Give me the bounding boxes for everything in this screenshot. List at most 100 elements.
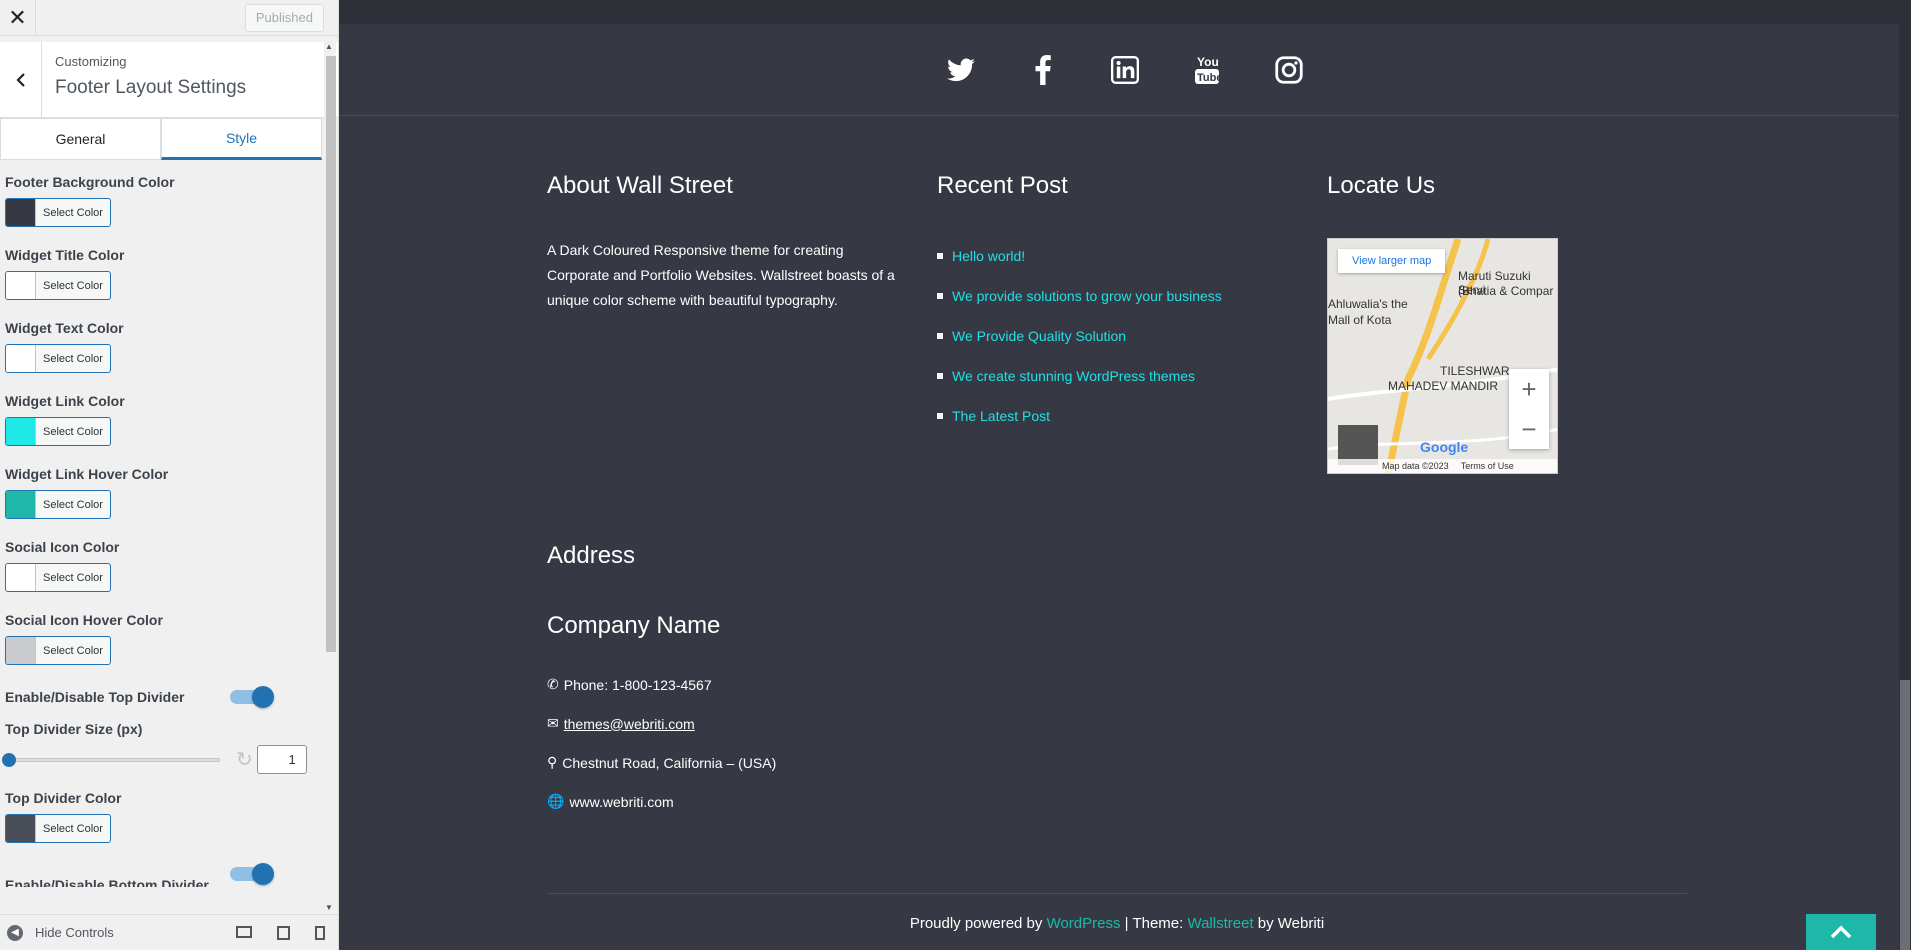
sidebar-scrollbar[interactable]: ▲ ▼ — [324, 42, 336, 912]
social-icon-color-button[interactable]: Select Color — [5, 563, 111, 592]
website-item: 🌐 www.webriti.com — [547, 793, 776, 810]
view-larger-map-link[interactable]: View larger map — [1338, 249, 1446, 273]
credits-suffix: by Webriti — [1253, 915, 1325, 932]
credits-middle: | Theme: — [1120, 915, 1188, 932]
facebook-icon[interactable] — [1024, 51, 1062, 89]
phone-text: Phone: 1-800-123-4567 — [563, 676, 712, 693]
select-color-label: Select Color — [43, 822, 103, 835]
social-icon-hover-color-label: Social Icon Hover Color — [5, 612, 163, 628]
published-button[interactable]: Published — [244, 3, 324, 32]
desktop-preview-icon[interactable] — [236, 925, 252, 938]
widget-title-color-button[interactable]: Select Color — [5, 271, 111, 300]
recent-post-list: Hello world! We provide solutions to gro… — [937, 248, 1222, 424]
scroll-thumb[interactable] — [326, 56, 336, 652]
customizer-sidebar: ✕ Published Customizing Footer Layout Se… — [0, 0, 339, 950]
social-icon-hover-color-button[interactable]: Select Color — [5, 636, 111, 665]
customizer-footer: ◀ Hide Controls — [0, 914, 338, 950]
tab-style[interactable]: Style — [161, 118, 322, 160]
select-color-label: Select Color — [43, 498, 103, 511]
top-divider-toggle-row: Enable/Disable Top Divider — [5, 686, 317, 708]
top-divider-size-label: Top Divider Size (px) — [5, 721, 143, 737]
chevron-up-icon — [1830, 925, 1852, 939]
settings-tabs: General Style — [0, 118, 322, 160]
twitter-icon[interactable] — [942, 51, 980, 89]
bottom-divider-toggle[interactable] — [230, 863, 274, 885]
close-customizer-button[interactable]: ✕ — [0, 0, 36, 36]
style-controls: Footer Background Color Select Color Wid… — [0, 174, 322, 887]
zoom-out-icon[interactable]: − — [1509, 409, 1549, 449]
post-link[interactable]: We create stunning WordPress themes — [937, 368, 1222, 384]
post-link[interactable]: We Provide Quality Solution — [937, 328, 1222, 344]
color-swatch — [6, 491, 36, 518]
site-preview: You Tube About Wall Street A Dark Coloure… — [339, 0, 1911, 950]
page-scroll-thumb[interactable] — [1900, 680, 1910, 950]
top-divider-size-slider[interactable] — [2, 752, 220, 767]
wordpress-link[interactable]: WordPress — [1047, 915, 1121, 932]
section-titles: Customizing Footer Layout Settings — [42, 42, 258, 117]
top-divider-size-input[interactable] — [256, 745, 307, 774]
slider-handle[interactable] — [2, 752, 16, 767]
color-swatch — [6, 199, 36, 226]
scroll-down-icon[interactable]: ▼ — [325, 903, 333, 912]
map-label: Mall of Kota — [1328, 313, 1392, 327]
social-icons: You Tube — [339, 24, 1911, 116]
select-color-label: Select Color — [43, 352, 103, 365]
tab-general[interactable]: General — [0, 118, 161, 160]
top-divider-color-label: Top Divider Color — [5, 790, 122, 806]
google-map[interactable]: View larger map Maruti Suzuki Servi (Bha… — [1327, 238, 1558, 474]
top-divider-color-button[interactable]: Select Color — [5, 814, 111, 843]
map-attribution: Map data ©2023 Terms of Use — [1328, 459, 1557, 473]
top-divider-toggle[interactable] — [230, 686, 274, 708]
select-color-label: Select Color — [43, 206, 103, 219]
instagram-icon[interactable] — [1270, 51, 1308, 89]
page-scrollbar[interactable] — [1899, 0, 1911, 950]
company-name: Company Name — [547, 612, 721, 639]
widget-text-color-button[interactable]: Select Color — [5, 344, 111, 373]
map-label: Ahluwalia's the — [1328, 297, 1408, 311]
color-swatch — [6, 564, 36, 591]
phone-item: ✆ Phone: 1-800-123-4567 — [547, 676, 776, 693]
color-swatch — [6, 272, 36, 299]
reset-icon[interactable]: ↻ — [236, 747, 253, 772]
select-color-label: Select Color — [43, 644, 103, 657]
section-title: Footer Layout Settings — [55, 77, 247, 98]
post-link[interactable]: The Latest Post — [937, 408, 1222, 424]
widget-link-hover-color-button[interactable]: Select Color — [5, 490, 111, 519]
email-link[interactable]: themes@webriti.com — [564, 716, 695, 732]
footer-bg-color-button[interactable]: Select Color — [5, 198, 111, 227]
select-color-label: Select Color — [43, 571, 103, 584]
back-button[interactable] — [0, 42, 42, 117]
bottom-divider-toggle-row: Enable/Disable Bottom Divider — [5, 861, 317, 887]
svg-text:Tube: Tube — [1197, 72, 1220, 84]
email-item: ✉ themes@webriti.com — [547, 715, 776, 732]
hide-controls-button[interactable]: Hide Controls — [35, 925, 114, 940]
post-link[interactable]: We provide solutions to grow your busine… — [937, 288, 1222, 304]
widget-link-color-button[interactable]: Select Color — [5, 417, 111, 446]
phone-icon: ✆ — [547, 676, 559, 692]
envelope-icon: ✉ — [547, 715, 559, 731]
tablet-preview-icon[interactable] — [277, 925, 290, 940]
top-divider-toggle-label: Enable/Disable Top Divider — [5, 689, 185, 705]
back-to-top-button[interactable] — [1806, 914, 1876, 950]
youtube-icon[interactable]: You Tube — [1188, 51, 1226, 89]
website-text: www.webriti.com — [569, 793, 674, 810]
bottom-divider-toggle-label: Enable/Disable Bottom Divider — [5, 877, 209, 887]
zoom-in-icon[interactable]: + — [1509, 369, 1549, 409]
svg-text:You: You — [1197, 55, 1219, 69]
address-widget: Address Company Name ✆ Phone: 1-800-123-… — [547, 542, 776, 832]
mobile-preview-icon[interactable] — [315, 925, 325, 940]
linkedin-icon[interactable] — [1106, 51, 1144, 89]
credits-prefix: Proudly powered by — [909, 915, 1047, 932]
theme-link[interactable]: Wallstreet — [1187, 915, 1253, 932]
map-zoom-controls: + − — [1509, 369, 1549, 449]
breadcrumb: Customizing — [55, 54, 127, 69]
about-widget: About Wall Street A Dark Coloured Respon… — [547, 172, 907, 313]
terms-link[interactable]: Terms of Use — [1461, 461, 1514, 471]
chevron-left-icon — [15, 72, 25, 87]
location-text: Chestnut Road, California – (USA) — [562, 754, 777, 771]
scroll-up-icon[interactable]: ▲ — [325, 42, 333, 51]
color-swatch — [6, 345, 36, 372]
top-divider-size-control: ↻ — [2, 745, 317, 774]
post-link[interactable]: Hello world! — [937, 248, 1222, 264]
collapse-icon[interactable]: ◀ — [7, 924, 23, 941]
